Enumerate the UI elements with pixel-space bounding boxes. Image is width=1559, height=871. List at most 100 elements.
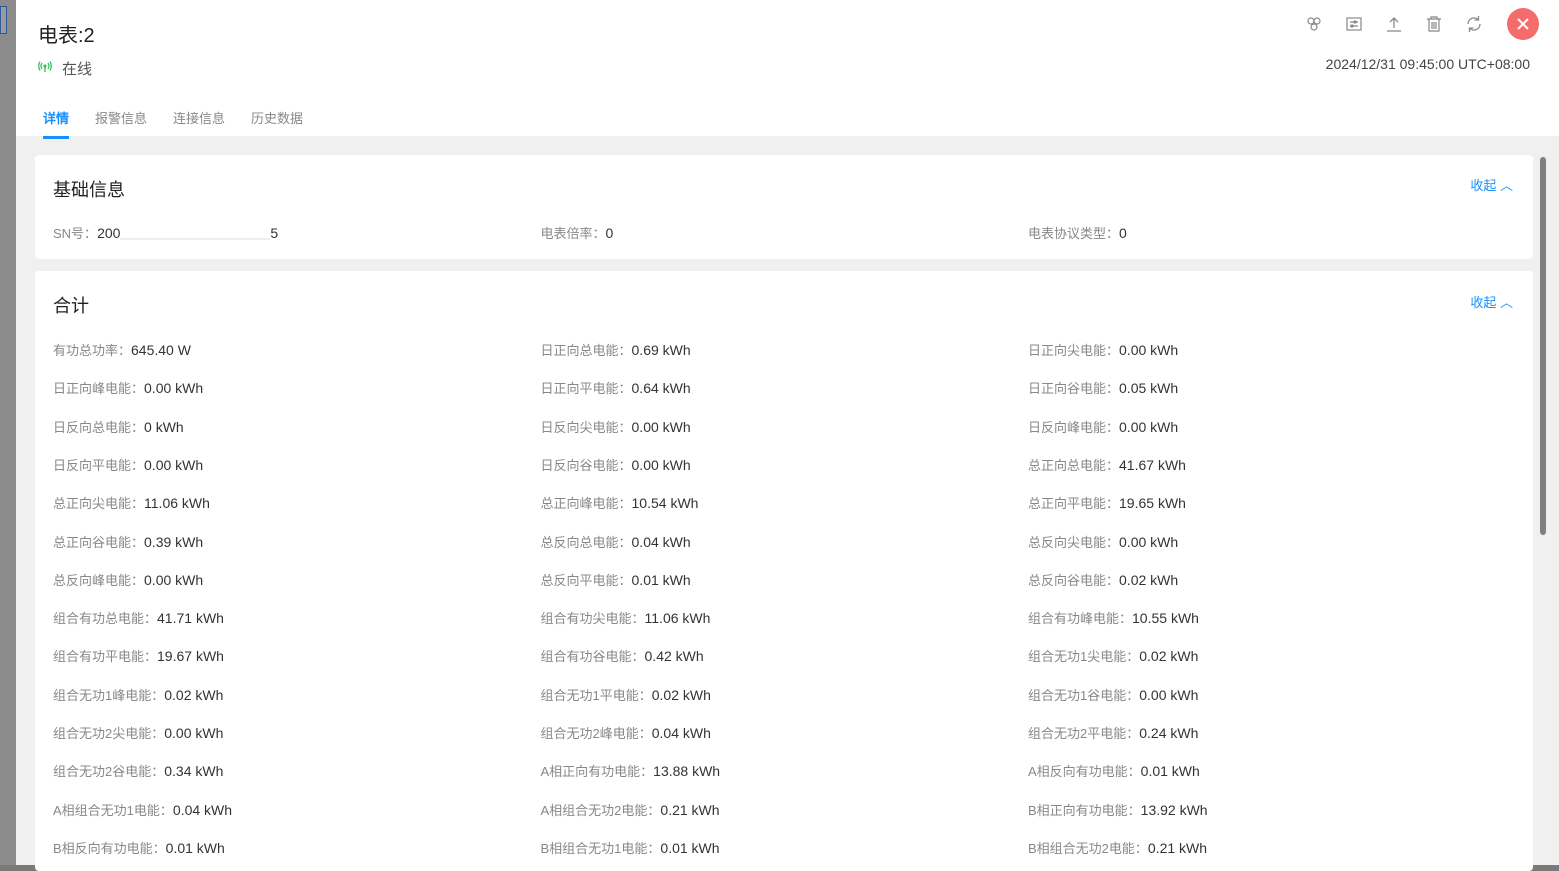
field: 组合无功2平电能：0.24 kWh xyxy=(1028,723,1516,742)
field-label: 总正向平电能： xyxy=(1028,496,1120,512)
field-label: 日正向总电能： xyxy=(540,343,632,358)
field-value: 0.00 kWh xyxy=(1139,686,1199,703)
field: 组合有功峰电能：10.55 kWh xyxy=(1028,608,1516,627)
field: 总正向峰电能：10.54 kWh xyxy=(541,493,1029,512)
field: 总反向峰电能：0.00 kWh xyxy=(53,570,541,589)
field-label: 总反向平电能： xyxy=(540,572,632,588)
signal-icon xyxy=(38,60,52,77)
field-value: 11.06 kWh xyxy=(644,610,711,627)
field: 组合有功谷电能：0.42 kWh xyxy=(541,646,1029,665)
field-value: 19.65 kWh xyxy=(1119,495,1186,512)
scrollbar[interactable] xyxy=(1540,157,1546,535)
close-button[interactable] xyxy=(1507,8,1539,40)
field-label: 日正向谷电能： xyxy=(1028,381,1120,397)
field-label: 组合无功2平电能： xyxy=(1028,726,1140,741)
field-value: 0.42 kWh xyxy=(644,648,704,665)
data-row: 有功总功率：645.40 W 日正向总电能：0.69 kWh 日正向尖电能：0.00… xyxy=(53,340,1523,359)
refresh-icon[interactable] xyxy=(1463,13,1485,35)
group-icon[interactable] xyxy=(1303,13,1325,35)
field-label: 总正向总电能： xyxy=(1028,457,1120,473)
field: B相组合无功2电能：0.21 kWh xyxy=(1028,838,1516,857)
field: 总正向谷电能：0.39 kWh xyxy=(53,532,541,551)
field: A相组合无功1电能：0.04 kWh xyxy=(53,800,541,819)
field-value: 13.92 kWh xyxy=(1140,801,1208,818)
field-label: 组合无功1峰电能： xyxy=(53,687,165,703)
collapse-button[interactable]: 收起 ︿ xyxy=(1470,175,1513,194)
collapse-button[interactable]: 收起 ︿ xyxy=(1470,292,1513,311)
field-value: 0.00 kWh xyxy=(1119,342,1179,358)
field-label: 有功总功率： xyxy=(53,343,132,358)
field: 有功总功率：645.40 W xyxy=(53,340,541,359)
field: 日正向峰电能：0.00 kWh xyxy=(53,378,541,397)
background-page xyxy=(0,0,16,865)
field-value: 13.88 kWh xyxy=(653,763,721,780)
field: 日反向尖电能：0.00 kWh xyxy=(541,417,1029,436)
upload-icon[interactable] xyxy=(1383,13,1405,35)
field: 组合无功1峰电能：0.02 kWh xyxy=(53,685,541,704)
field-label: 总正向谷电能： xyxy=(53,534,145,550)
field: B相反向有功电能：0.01 kWh xyxy=(53,838,541,857)
field-value: 645.40 W xyxy=(131,342,191,358)
field-label: 日正向平电能： xyxy=(540,381,632,397)
field-value: 0.00 kWh xyxy=(144,380,204,397)
field-label: 总正向尖电能： xyxy=(53,496,145,512)
timestamp: 2024/12/31 09:45:00 UTC+08:00 xyxy=(1325,56,1530,72)
field-value: 0.04 kWh xyxy=(172,801,233,818)
data-row: 日正向峰电能：0.00 kWh 日正向平电能：0.64 kWh 日正向谷电能：0.0… xyxy=(53,378,1523,397)
data-row: 日反向总电能：0 kWh 日反向尖电能：0.00 kWh 日反向峰电能：0.00 k… xyxy=(53,417,1523,436)
field-label: 组合有功总电能： xyxy=(53,611,158,627)
field-label: 组合无功1谷电能： xyxy=(1028,687,1140,703)
field-value: 41.71 kWh xyxy=(157,610,224,627)
field: 日反向峰电能：0.00 kWh xyxy=(1028,417,1516,436)
field: 组合无功1平电能：0.02 kWh xyxy=(541,685,1029,704)
field-label: B相组合无功1电能： xyxy=(540,840,661,856)
field-label: B相反向有功电能： xyxy=(53,840,166,856)
field: 日正向谷电能：0.05 kWh xyxy=(1028,378,1516,397)
tab-connection[interactable]: 连接信息 xyxy=(173,108,225,139)
field-value: 0.00 kWh xyxy=(164,725,224,741)
settings-panel-icon[interactable] xyxy=(1343,13,1365,35)
basic-info-card: 基础信息 收起 ︿ SN号：200 5 电表倍率：0 电表协议类型：0 xyxy=(35,155,1533,259)
field-value: 10.54 kWh xyxy=(631,495,699,512)
field: 总正向尖电能：11.06 kWh xyxy=(53,493,541,512)
status-text: 在线 xyxy=(62,61,93,78)
field: 组合有功尖电能：11.06 kWh xyxy=(541,608,1029,627)
field: 电表协议类型：0 xyxy=(1028,225,1127,241)
field-value: 0.00 kWh xyxy=(144,456,204,473)
drawer-header: 电表:2 在线 2024/12/31 09:45:00 UTC+08:00 详情… xyxy=(16,0,1559,139)
field-label: 日反向总电能： xyxy=(53,419,145,435)
field-label: 组合无功1尖电能： xyxy=(1028,649,1140,665)
field-value: 0.00 kWh xyxy=(1119,533,1179,550)
field-label: 日正向峰电能： xyxy=(53,381,145,397)
field-value: 0.02 kWh xyxy=(1119,571,1179,588)
field-value: 0.01 kWh xyxy=(165,839,225,856)
field-value: 0.04 kWh xyxy=(631,533,691,550)
field-label: 组合有功峰电能： xyxy=(1028,611,1133,627)
field: 组合无功1谷电能：0.00 kWh xyxy=(1028,685,1516,704)
field-label: 日反向峰电能： xyxy=(1028,419,1120,435)
redacted-region xyxy=(120,228,271,241)
field: 组合无功1尖电能：0.02 kWh xyxy=(1028,646,1516,665)
field-value: 0.21 kWh xyxy=(660,801,720,818)
field-label: 日反向尖电能： xyxy=(540,419,632,435)
field-label: 日正向尖电能： xyxy=(1028,343,1120,358)
tab-details[interactable]: 详情 xyxy=(43,108,70,139)
field: 电表倍率：0 xyxy=(540,225,614,241)
field-value: 0.64 kWh xyxy=(631,380,691,397)
field-value: 0.00 kWh xyxy=(631,456,691,473)
field-label: 总反向尖电能： xyxy=(1028,534,1120,550)
field-value: 0.01 kWh xyxy=(631,571,691,588)
tab-alarms[interactable]: 报警信息 xyxy=(95,108,147,139)
field: 日反向总电能：0 kWh xyxy=(53,417,541,436)
delete-icon[interactable] xyxy=(1423,13,1445,35)
tab-history[interactable]: 历史数据 xyxy=(251,108,303,139)
section-title: 合计 xyxy=(53,296,89,316)
field: 组合有功平电能：19.67 kWh xyxy=(53,646,541,665)
field-value: 0.24 kWh xyxy=(1139,725,1199,741)
data-row: 组合有功总电能：41.71 kWh 组合有功尖电能：11.06 kWh 组合有功峰电… xyxy=(53,608,1523,627)
field-value: 0.02 kWh xyxy=(164,686,224,703)
field-label: 组合有功尖电能： xyxy=(540,611,645,627)
field-value: 0.02 kWh xyxy=(1139,648,1199,665)
field-label: 组合无功1平电能： xyxy=(540,687,652,703)
page-title: 电表:2 xyxy=(38,25,95,47)
